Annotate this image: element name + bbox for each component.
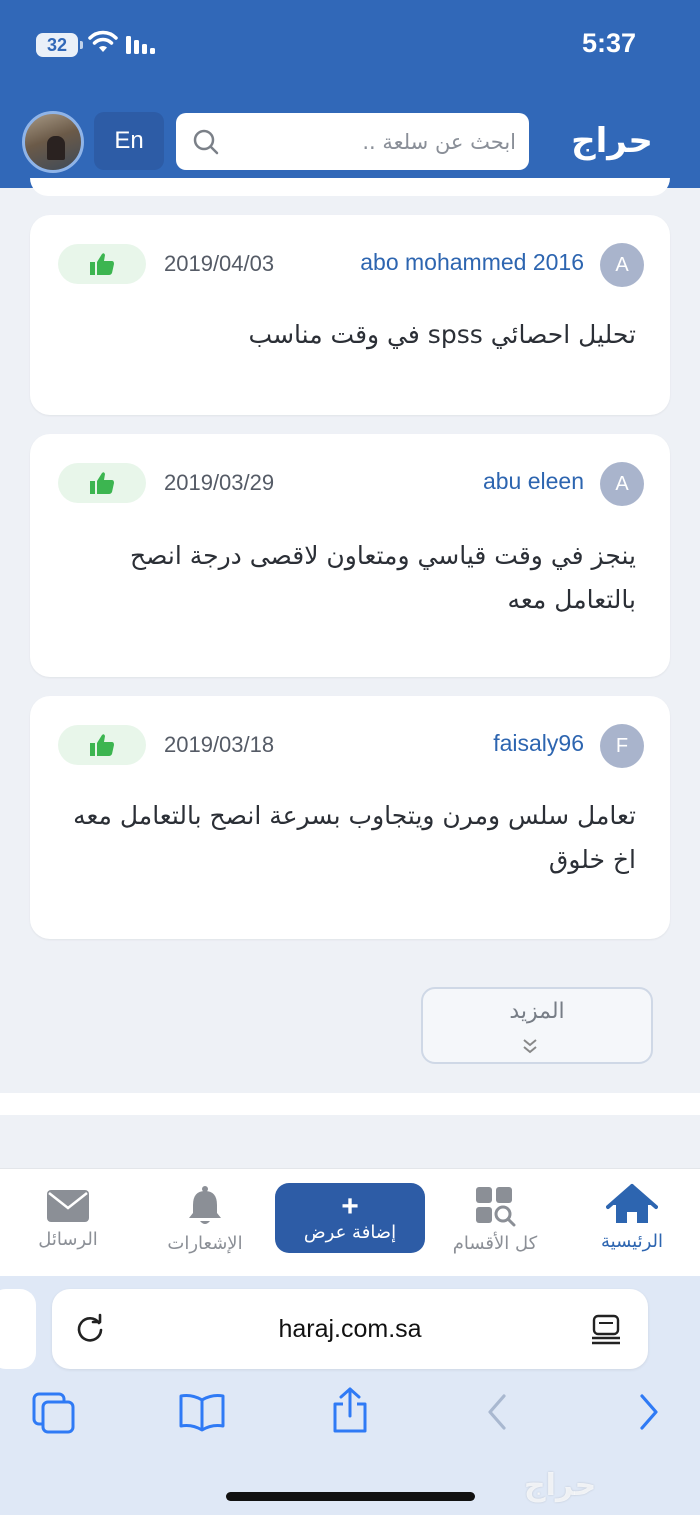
nav-categories[interactable]: كل الأقسام [440, 1169, 550, 1277]
user-avatar[interactable] [22, 111, 84, 173]
add-offer-button[interactable]: + إضافة عرض [275, 1183, 425, 1253]
bell-icon [189, 1186, 221, 1224]
language-toggle-button[interactable]: En [94, 112, 164, 170]
grid-search-icon [476, 1187, 516, 1227]
search-box[interactable] [176, 113, 529, 170]
previous-card-edge [30, 178, 670, 196]
nav-home[interactable]: الرئيسية [590, 1169, 674, 1277]
review-text: تحليل احصائي spss في وقت مناسب [248, 320, 636, 349]
reviewer-name-link[interactable]: abo mohammed 2016 [360, 249, 584, 276]
battery-indicator: 32 [36, 33, 78, 57]
nav-notifications-label: الإشعارات [167, 1233, 243, 1254]
nav-notifications[interactable]: الإشعارات [158, 1169, 252, 1277]
share-icon[interactable] [330, 1386, 370, 1434]
envelope-icon [47, 1190, 89, 1222]
address-bar[interactable]: haraj.com.sa [52, 1289, 648, 1369]
review-date: 2019/04/03 [164, 251, 275, 276]
nav-home-label: الرئيسية [601, 1231, 663, 1252]
nav-messages-label: الرسائل [38, 1229, 98, 1250]
thumbs-up-icon [90, 734, 114, 756]
load-more-label: المزيد [509, 999, 565, 1024]
chevron-down-icon [523, 1039, 537, 1054]
reviewer-name-link[interactable]: abu eleen [483, 468, 584, 495]
review-card: A abo mohammed 2016 2019/04/03 تحليل احص… [30, 215, 670, 415]
reviewer-avatar: F [600, 724, 644, 768]
positive-rating-badge [58, 725, 146, 765]
forward-icon[interactable] [636, 1392, 662, 1432]
url-text[interactable]: haraj.com.sa [52, 1289, 648, 1369]
reviewer-avatar: A [600, 243, 644, 287]
browser-toolbar: haraj.com.sa حراج [0, 1276, 700, 1515]
plus-icon: + [341, 1189, 359, 1223]
back-icon[interactable] [484, 1392, 510, 1432]
bottom-navigation: الرئيسية كل الأقسام + إضافة عرض الإشعارا… [0, 1168, 700, 1276]
reviewer-avatar: A [600, 462, 644, 506]
reviewer-name-link[interactable]: faisaly96 [493, 730, 584, 757]
wifi-icon [88, 30, 118, 52]
haraj-watermark: حراج [524, 1468, 597, 1503]
add-offer-label: إضافة عرض [303, 1221, 397, 1243]
status-bar: 32 5:37 [0, 0, 700, 90]
status-time: 5:37 [581, 28, 636, 58]
tabs-icon[interactable] [32, 1392, 76, 1434]
search-input[interactable] [226, 113, 516, 170]
adjacent-tab-preview[interactable] [0, 1289, 36, 1369]
nav-categories-label: كل الأقسام [452, 1233, 538, 1254]
load-more-button[interactable]: المزيد [421, 987, 653, 1064]
app-header: 32 5:37 En حراج [0, 0, 700, 188]
home-indicator[interactable] [226, 1492, 475, 1501]
reader-icon[interactable] [590, 1313, 622, 1345]
review-text: ينجز في وقت قياسي ومتعاون لاقصى درجة انص… [130, 541, 636, 614]
review-card: A abu eleen 2019/03/29 ينجز في وقت قياسي… [30, 434, 670, 677]
search-icon[interactable] [192, 128, 220, 156]
positive-rating-badge [58, 244, 146, 284]
review-date: 2019/03/18 [164, 732, 275, 757]
battery-tip [80, 41, 83, 49]
review-date: 2019/03/29 [164, 470, 275, 495]
bookmarks-icon[interactable] [178, 1392, 226, 1432]
haraj-logo[interactable]: حراج [548, 118, 676, 164]
nav-messages[interactable]: الرسائل [28, 1169, 108, 1277]
positive-rating-badge [58, 463, 146, 503]
thumbs-up-icon [90, 472, 114, 494]
review-card: F faisaly96 2019/03/18 تعامل سلس ومرن وي… [30, 696, 670, 939]
review-text: تعامل سلس ومرن ويتجاوب بسرعة انصح بالتعا… [73, 801, 636, 874]
signal-icon [126, 36, 155, 54]
home-icon [606, 1184, 658, 1223]
footer-spacer [0, 1093, 700, 1115]
thumbs-up-icon [90, 253, 114, 275]
